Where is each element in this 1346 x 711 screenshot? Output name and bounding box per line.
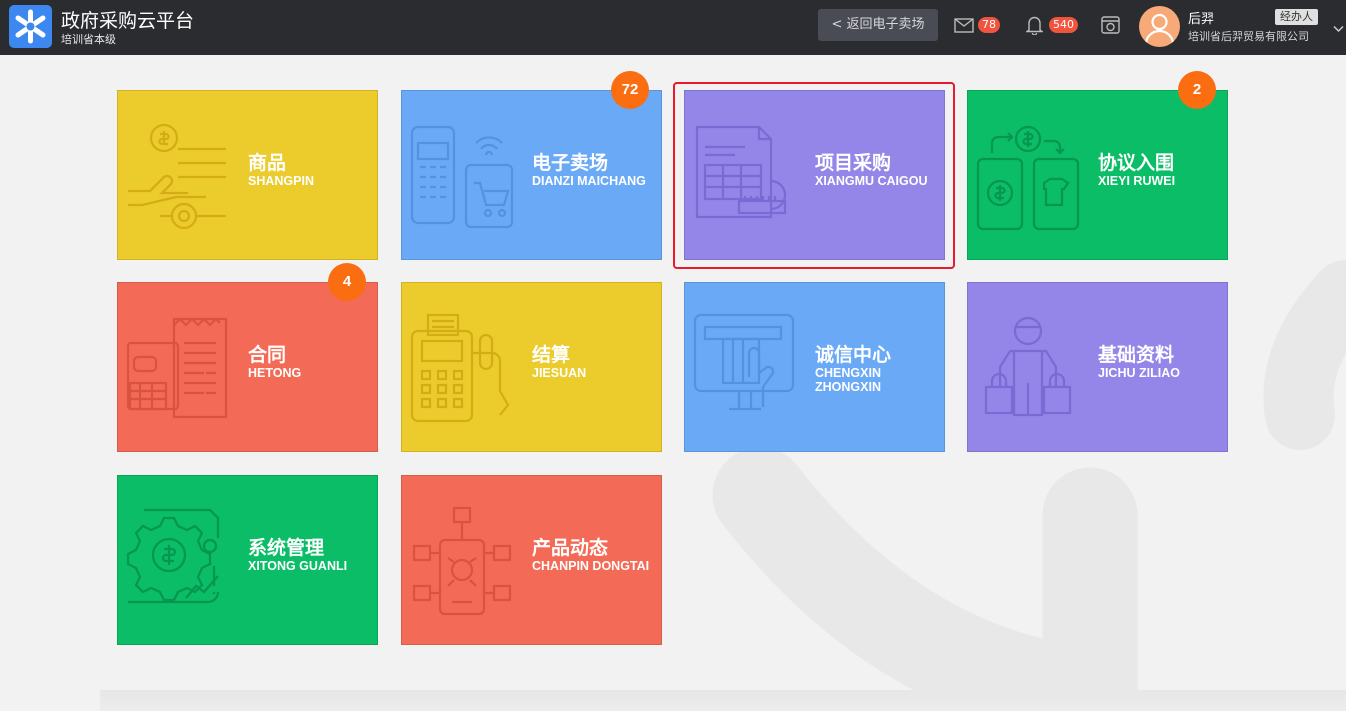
mail-icon[interactable] [954,18,974,37]
tile-title-cn: 系统管理 [248,537,325,559]
tile-badge-dianzi-maichang: 72 [611,71,649,109]
gear-dollar-icon [126,508,220,604]
tile-chengxin-zhongxin[interactable]: 诚信中心 CHENGXIN ZHONGXIN [684,282,945,452]
bell-icon[interactable] [1024,15,1045,39]
tile-title-en: CHANPIN DONGTAI [532,559,650,573]
network-phone-icon [412,506,512,616]
platform-logo[interactable] [9,5,52,48]
tile-jiesuan[interactable]: 结算 JIESUAN [401,282,662,452]
tile-title-en: XITONG GUANLI [248,559,348,573]
top-header: 政府采购云平台 培训省本级 < 返回电子卖场 78 540 后羿 经办人 培训省… [0,0,1346,55]
atm-card-icon [693,313,795,411]
tile-badge-xieyi-ruwei: 2 [1178,71,1216,109]
tile-title-cn: 基础资料 [1098,344,1175,366]
video-screen-icon[interactable] [1101,16,1120,38]
chevron-down-icon[interactable] [1333,18,1344,37]
tile-title-en: JIESUAN [532,366,587,380]
pos-terminal-icon [410,313,510,423]
hand-coin-icon [128,123,226,230]
user-avatar[interactable] [1139,6,1180,47]
tile-title-cn: 项目采购 [815,152,892,174]
tile-dianzi-maichang[interactable]: 电子卖场 DIANZI MAICHANG [401,90,662,260]
tile-hetong[interactable]: 合同 HETONG [117,282,378,452]
tile-title-cn: 诚信中心 [815,344,892,366]
tile-badge-hetong: 4 [328,263,366,301]
tile-title-en: DIANZI MAICHANG [532,174,646,188]
tile-title-en: XIEYI RUWEI [1098,174,1176,188]
contract-receipt-icon [126,317,228,419]
region-subtitle: 培训省本级 [61,33,116,46]
tile-title-cn: 合同 [248,344,287,366]
user-name: 后羿 [1188,12,1215,27]
tile-title-en: CHENGXIN ZHONGXIN [815,366,881,394]
tile-title-en: XIANGMU CAIGOU [815,174,928,188]
tile-title-cn: 商品 [248,152,287,174]
user-company: 培训省后羿贸易有限公司 [1188,30,1309,43]
phone-cart-icon [410,125,514,229]
tile-xiangmu-caigou[interactable]: 项目采购 XIANGMU CAIGOU [684,90,945,260]
purchase-document-icon [695,125,787,219]
notification-count-badge: 540 [1049,17,1078,33]
phone-exchange-icon [976,125,1080,231]
tile-title-cn: 协议入围 [1098,152,1175,174]
tile-title-en: HETONG [248,366,302,380]
app-title: 政府采购云平台 [61,10,195,32]
tile-chanpin-dongtai[interactable]: 产品动态 CHANPIN DONGTAI [401,475,662,645]
mail-count-badge: 78 [978,17,1000,33]
tile-shangpin[interactable]: 商品 SHANGPIN [117,90,378,260]
tile-title-cn: 电子卖场 [532,152,609,174]
tile-xitong-guanli[interactable]: 系统管理 XITONG GUANLI [117,475,378,645]
tile-title-en: SHANGPIN [248,174,314,188]
tile-title-cn: 产品动态 [532,537,609,559]
logo-icon [15,9,46,44]
person-bags-icon [984,316,1072,417]
tile-xieyi-ruwei[interactable]: 协议入围 XIEYI RUWEI [967,90,1228,260]
tile-jichu-ziliao[interactable]: 基础资料 JICHU ZILIAO [967,282,1228,452]
tile-title-cn: 结算 [532,344,571,366]
user-role-badge: 经办人 [1275,9,1318,25]
tile-title-en: JICHU ZILIAO [1098,366,1180,380]
user-silhouette-icon [1144,13,1175,45]
back-to-mall-button[interactable]: < 返回电子卖场 [818,9,938,41]
content-panel-edge [100,690,1346,711]
